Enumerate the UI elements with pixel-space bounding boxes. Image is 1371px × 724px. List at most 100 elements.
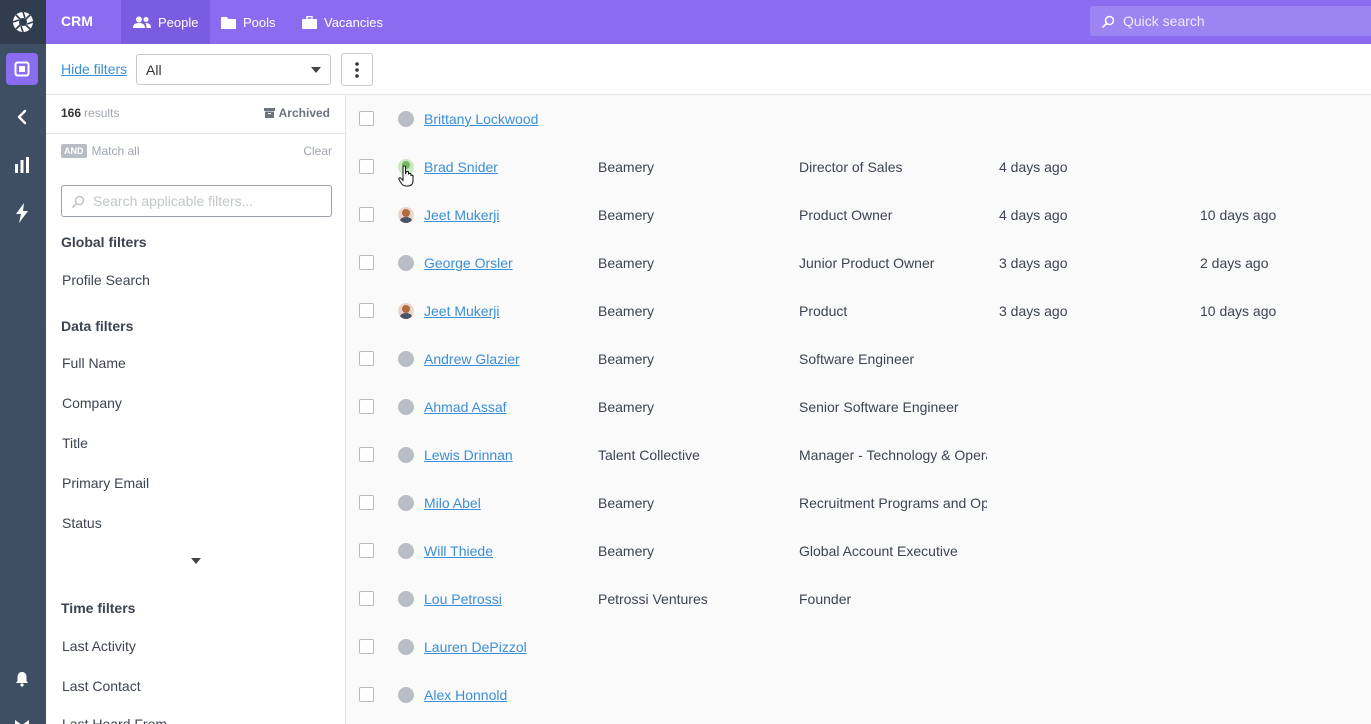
filter-last-heard-from[interactable]: Last Heard From [62, 716, 167, 724]
mouse-cursor-icon [398, 165, 414, 187]
avatar [398, 111, 414, 127]
title-cell: Manager - Technology & Operations [799, 447, 987, 463]
person-name-link[interactable]: Andrew Glazier [424, 351, 520, 367]
row-checkbox[interactable] [359, 399, 374, 414]
archived-toggle[interactable]: Archived [263, 106, 330, 120]
last-contact-cell: 10 days ago [1200, 303, 1277, 319]
avatar [398, 495, 414, 511]
person-name-link[interactable]: Milo Abel [424, 495, 481, 511]
people-table: Brittany Lockwood Brad Snider Beamery Direc… [346, 95, 1371, 724]
avatar [398, 639, 414, 655]
filter-search-input[interactable]: Search applicable filters... [61, 185, 332, 217]
table-row[interactable]: Lewis Drinnan Talent Collective Manager - … [346, 431, 1371, 479]
person-name-link[interactable]: Jeet Mukerji [424, 303, 499, 319]
table-row[interactable]: Will Thiede Beamery Global Account Executi… [346, 527, 1371, 575]
folder-icon [221, 16, 236, 29]
row-checkbox[interactable] [359, 351, 374, 366]
tab-pools[interactable]: Pools [209, 0, 288, 44]
company-cell: Beamery [598, 495, 655, 511]
rail-back-button[interactable] [6, 101, 38, 133]
person-name-link[interactable]: George Orsler [424, 255, 513, 271]
hide-filters-link[interactable]: Hide filters [61, 61, 127, 77]
table-row[interactable]: Ahmad Assaf Beamery Senior Software Engine… [346, 383, 1371, 431]
table-row[interactable]: Brad Snider Beamery Director of Sales 4 day… [346, 143, 1371, 191]
row-checkbox[interactable] [359, 495, 374, 510]
table-row[interactable]: Andrew Glazier Beamery Software Engineer [346, 335, 1371, 383]
row-checkbox[interactable] [359, 207, 374, 222]
table-row[interactable]: Lou Petrossi Petrossi Ventures Founder [346, 575, 1371, 623]
filter-company[interactable]: Company [62, 395, 122, 411]
person-name-link[interactable]: Alex Honnold [424, 687, 507, 703]
row-checkbox[interactable] [359, 303, 374, 318]
avatar [398, 303, 414, 319]
person-name-link[interactable]: Lou Petrossi [424, 591, 502, 607]
row-checkbox[interactable] [359, 687, 374, 702]
avatar [398, 687, 414, 703]
filter-full-name[interactable]: Full Name [62, 355, 126, 371]
filter-title[interactable]: Title [62, 435, 88, 451]
table-row[interactable]: Alex Honnold [346, 671, 1371, 719]
row-checkbox[interactable] [359, 255, 374, 270]
row-checkbox[interactable] [359, 159, 374, 174]
filter-panel: 166 results Archived AND Match all Clear S… [46, 95, 346, 724]
rail-reports-button[interactable] [6, 149, 38, 181]
tab-vacancies[interactable]: Vacancies [290, 0, 395, 44]
row-checkbox[interactable] [359, 543, 374, 558]
brand-label[interactable]: CRM [61, 13, 93, 29]
person-name-link[interactable]: Will Thiede [424, 543, 493, 559]
table-row[interactable]: George Orsler Beamery Junior Product Owner… [346, 239, 1371, 287]
row-checkbox[interactable] [359, 591, 374, 606]
rail-automation-button[interactable] [6, 197, 38, 229]
quick-search-input[interactable]: Quick search [1090, 6, 1371, 36]
table-row[interactable]: Milo Abel Beamery Recruitment Programs and… [346, 479, 1371, 527]
tab-people[interactable]: People [121, 0, 211, 44]
company-cell: Beamery [598, 543, 655, 559]
match-all-label: Match all [91, 144, 140, 158]
last-activity-cell: 4 days ago [999, 159, 1068, 175]
filter-last-contact[interactable]: Last Contact [62, 678, 141, 694]
global-filters-heading: Global filters [61, 234, 147, 250]
person-name-link[interactable]: Ahmad Assaf [424, 399, 507, 415]
row-checkbox[interactable] [359, 447, 374, 462]
row-checkbox[interactable] [359, 639, 374, 654]
rail-crm-button[interactable] [6, 53, 38, 85]
table-row[interactable]: Brittany Lockwood [346, 95, 1371, 143]
title-cell: Founder [799, 591, 852, 607]
filter-profile-search[interactable]: Profile Search [62, 272, 150, 288]
lightning-icon [16, 203, 28, 223]
match-mode-row: AND Match all Clear [61, 144, 332, 160]
table-row[interactable]: Jeet Mukerji Beamery Product Owner 4 days a… [346, 191, 1371, 239]
top-nav-bar: CRM People Pools Vacancies Quick search [46, 0, 1371, 44]
tab-vacancies-label: Vacancies [324, 14, 384, 30]
company-cell: Beamery [598, 399, 655, 415]
search-icon [1102, 15, 1115, 28]
filter-status[interactable]: Status [62, 515, 102, 531]
clear-filters-link[interactable]: Clear [303, 144, 332, 158]
quick-search-placeholder: Quick search [1123, 13, 1205, 29]
person-name-link[interactable]: Brad Snider [424, 159, 498, 175]
app-logo[interactable] [0, 0, 46, 44]
filter-last-activity[interactable]: Last Activity [62, 638, 136, 654]
person-name-link[interactable]: Jeet Mukerji [424, 207, 499, 223]
filter-primary-email[interactable]: Primary Email [62, 475, 149, 491]
rail-notifications-button[interactable] [6, 663, 38, 695]
avatar [398, 255, 414, 271]
avatar [398, 399, 414, 415]
table-row[interactable]: Jeet Mukerji Beamery Product 3 days ago 10 d… [346, 287, 1371, 335]
more-options-button[interactable] [341, 53, 373, 86]
avatar [398, 543, 414, 559]
company-cell: Beamery [598, 351, 655, 367]
title-cell: Junior Product Owner [799, 255, 935, 271]
row-checkbox[interactable] [359, 111, 374, 126]
company-cell: Beamery [598, 207, 655, 223]
last-activity-cell: 3 days ago [999, 255, 1068, 271]
view-select[interactable]: All [136, 54, 331, 85]
rail-inbox-button[interactable] [6, 708, 38, 724]
table-row[interactable]: Lauren DePizzol [346, 623, 1371, 671]
person-name-link[interactable]: Lewis Drinnan [424, 447, 513, 463]
person-name-link[interactable]: Brittany Lockwood [424, 111, 538, 127]
tab-pools-label: Pools [243, 14, 276, 30]
show-more-chevron-icon[interactable] [191, 558, 201, 564]
person-name-link[interactable]: Lauren DePizzol [424, 639, 527, 655]
and-badge[interactable]: AND [61, 144, 87, 158]
